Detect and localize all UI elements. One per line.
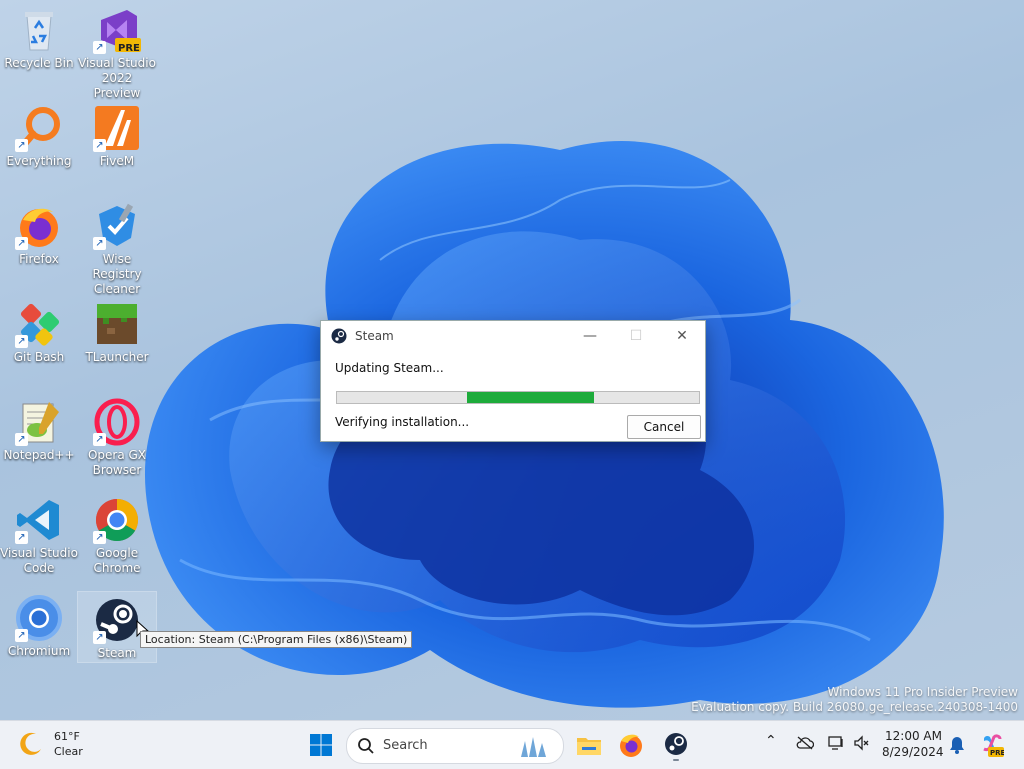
steam-logo-icon	[331, 328, 347, 344]
desktop-icon-label: Firefox	[19, 252, 59, 266]
verification-status-text: Verifying installation...	[335, 415, 470, 429]
steam-update-dialog: Steam — ☐ ✕ Updating Steam... Verifying …	[320, 320, 706, 442]
dialog-title: Steam	[355, 329, 394, 343]
notepad-plus-plus-icon: ↗	[15, 398, 63, 446]
desktop-icon-opera-gx[interactable]: ↗ Opera GX Browser	[78, 394, 156, 478]
desktop-icon-label: Wise Registry Cleaner	[92, 252, 142, 296]
desktop-icon-label: Notepad++	[3, 448, 75, 462]
moon-icon	[20, 732, 41, 755]
svg-text:PRE: PRE	[990, 749, 1004, 757]
clock-date: 8/29/2024	[882, 745, 944, 759]
copilot-preview-icon[interactable]: PRE	[980, 733, 1004, 757]
weather-temperature: 61°F	[54, 730, 80, 743]
firefox-icon	[620, 734, 642, 757]
search-label: Search	[383, 738, 428, 753]
vscode-icon: ↗	[15, 496, 63, 544]
everything-search-icon: ↗	[15, 104, 63, 152]
desktop-icon-git-bash[interactable]: ↗ Git Bash	[0, 296, 78, 365]
weather-description: Clear	[54, 745, 83, 758]
clock-time: 12:00 AM	[885, 729, 942, 743]
watermark-line-2: Evaluation copy. Build 26080.ge_release.…	[691, 700, 1018, 714]
search-highlight-icon	[521, 737, 546, 757]
desktop-icon-label: FiveM	[99, 154, 135, 168]
firefox-icon: ↗	[15, 202, 63, 250]
steam-location-tooltip: Location: Steam (C:\Program Files (x86)\…	[140, 631, 413, 648]
windows-logo-icon	[310, 734, 332, 756]
cancel-button[interactable]: Cancel	[627, 415, 701, 439]
taskbar-firefox[interactable]	[615, 729, 647, 761]
steam-icon: ↗	[93, 596, 141, 644]
close-button[interactable]: ✕	[659, 321, 705, 351]
desktop-icon-everything[interactable]: ↗ Everything	[0, 100, 78, 169]
watermark-line-1: Windows 11 Pro Insider Preview	[827, 685, 1018, 699]
taskbar-clock[interactable]: 12:00 AM 8/29/2024	[882, 728, 944, 760]
desktop-icon-notepad-plus-plus[interactable]: ↗ Notepad++	[0, 394, 78, 463]
desktop-icon-label: Chromium	[7, 644, 71, 658]
chrome-icon: ↗	[93, 496, 141, 544]
desktop-icon-vscode[interactable]: ↗ Visual Studio Code	[0, 492, 78, 576]
desktop-icon-label: Visual Studio Code	[0, 546, 78, 575]
pre-badge: PRE	[118, 43, 140, 54]
volume-muted-icon[interactable]	[853, 735, 871, 751]
tlauncher-icon	[93, 300, 141, 348]
update-progress-bar	[336, 391, 700, 404]
desktop-icon-recycle-bin[interactable]: Recycle Bin	[0, 2, 78, 71]
wise-registry-cleaner-icon: ↗	[93, 202, 141, 250]
dialog-titlebar[interactable]: Steam — ☐ ✕	[321, 321, 705, 351]
minimize-button[interactable]: —	[567, 321, 613, 351]
taskbar: 61°F Clear Search ⌃ 12:00 AM 8/29/2024 P…	[0, 720, 1024, 769]
desktop-icon-visual-studio-preview[interactable]: ↗ PRE Visual Studio 2022 Preview	[78, 2, 156, 101]
desktop-icon-label: Git Bash	[13, 350, 65, 364]
desktop-icon-tlauncher[interactable]: TLauncher	[78, 296, 156, 365]
weather-widget[interactable]: 61°F Clear	[18, 729, 83, 759]
notification-bell-icon[interactable]	[949, 736, 965, 754]
desktop-icon-label: Google Chrome	[93, 546, 141, 575]
fivem-icon: ↗	[93, 104, 141, 152]
start-button[interactable]	[305, 729, 337, 761]
desktop-icon-label: TLauncher	[85, 350, 149, 364]
desktop-icon-label: Recycle Bin	[4, 56, 74, 70]
visual-studio-preview-icon: ↗ PRE	[93, 6, 141, 54]
dialog-body: Updating Steam... Verifying installation…	[321, 351, 705, 451]
update-status-text: Updating Steam...	[335, 361, 444, 375]
chromium-icon: ↗	[15, 594, 63, 642]
taskbar-search-box[interactable]: Search	[346, 728, 564, 764]
taskbar-file-explorer[interactable]	[573, 729, 605, 761]
taskbar-steam[interactable]	[660, 729, 692, 761]
desktop-icon-label: Opera GX Browser	[87, 448, 147, 477]
desktop-icon-label: Steam	[97, 646, 137, 660]
git-bash-icon: ↗	[15, 300, 63, 348]
show-hidden-icons-chevron-up-icon[interactable]: ⌃	[765, 733, 777, 749]
network-icon[interactable]	[828, 735, 846, 751]
desktop-icon-label: Everything	[6, 154, 72, 168]
search-icon	[358, 738, 374, 754]
desktop-icon-firefox[interactable]: ↗ Firefox	[0, 198, 78, 267]
desktop-icon-google-chrome[interactable]: ↗ Google Chrome	[78, 492, 156, 576]
opera-gx-icon: ↗	[93, 398, 141, 446]
desktop-icon-wise-registry-cleaner[interactable]: ↗ Wise Registry Cleaner	[78, 198, 156, 297]
steam-icon	[665, 733, 687, 761]
desktop-icon-chromium[interactable]: ↗ Chromium	[0, 590, 78, 659]
windows-watermark: Windows 11 Pro Insider Preview Evaluatio…	[691, 685, 1018, 715]
update-progress-fill	[467, 392, 594, 403]
folder-icon	[577, 738, 601, 755]
onedrive-offline-icon[interactable]	[796, 736, 814, 750]
desktop-icon-fivem[interactable]: ↗ FiveM	[78, 100, 156, 169]
maximize-button: ☐	[629, 328, 643, 344]
recycle-bin-icon	[15, 6, 63, 54]
desktop-icon-label: Visual Studio 2022 Preview	[78, 56, 156, 100]
